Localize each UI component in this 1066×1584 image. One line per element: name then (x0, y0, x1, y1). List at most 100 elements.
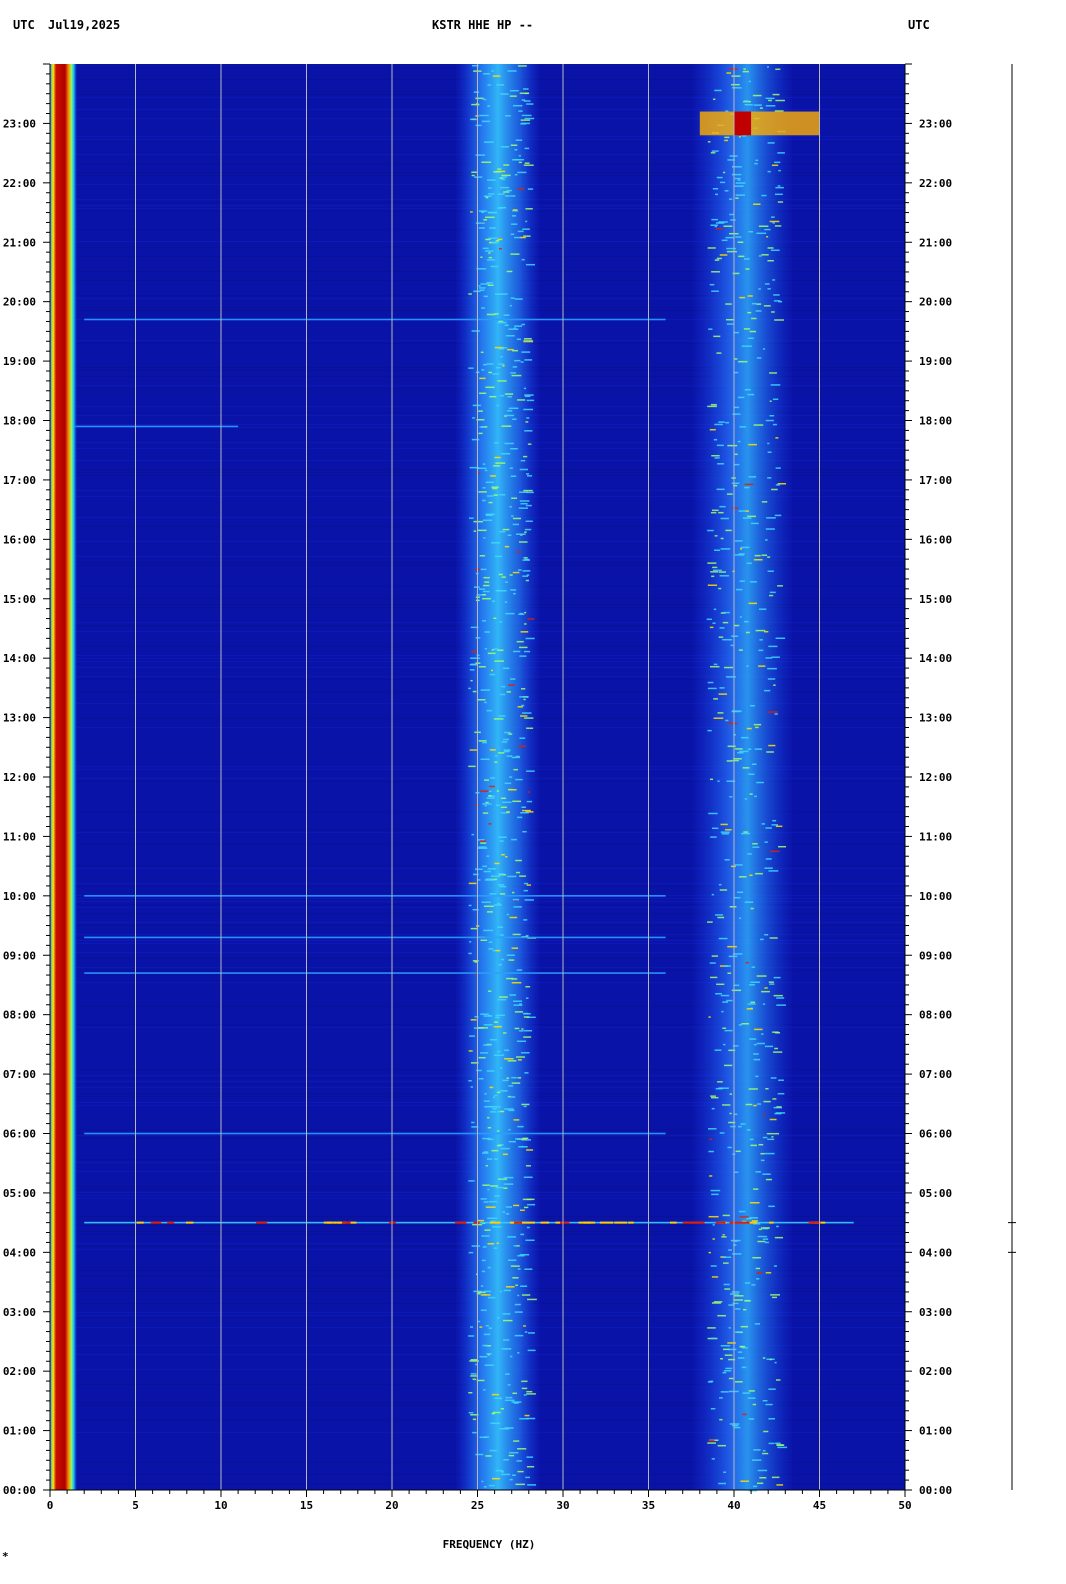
spectral-speckle (756, 975, 767, 977)
spectral-speckle (748, 1088, 758, 1090)
spectral-speckle (708, 328, 713, 330)
broadband-event-hot (326, 1221, 332, 1224)
spectral-speckle (474, 868, 483, 870)
spectral-speckle (471, 1121, 475, 1124)
y-tick-label-left: 02:00 (3, 1365, 36, 1378)
spectral-speckle (773, 684, 776, 686)
spectral-speckle (497, 380, 507, 382)
spectral-speckle (729, 198, 733, 200)
spectral-speckle (468, 952, 472, 955)
spectral-speckle (722, 1348, 730, 1351)
energy-band-25hz (455, 64, 541, 1490)
spectral-speckle (491, 486, 499, 488)
spectral-speckle (752, 1403, 757, 1406)
spectral-speckle (772, 93, 780, 96)
x-tick-label: 5 (132, 1499, 139, 1512)
spectral-speckle (481, 1270, 486, 1273)
spectral-speckle (494, 755, 498, 757)
spectral-speckle (510, 448, 518, 450)
spectral-speckle (511, 223, 518, 225)
spectral-speckle (515, 755, 520, 758)
spectral-speckle (759, 639, 763, 641)
spectral-speckle (483, 195, 492, 198)
spectral-speckle (755, 1075, 759, 1078)
spectral-speckle (499, 247, 502, 250)
y-tick-label-right: 17:00 (919, 474, 952, 487)
y-tick-label-left: 12:00 (3, 771, 36, 784)
spectral-speckle (484, 581, 490, 583)
spectral-speckle (731, 865, 736, 868)
spectral-speckle (773, 294, 780, 296)
spectral-speckle (747, 853, 752, 855)
spectral-speckle (775, 1442, 781, 1444)
spectral-speckle (716, 983, 725, 986)
spectral-speckle (723, 1370, 732, 1372)
spectral-speckle (741, 1366, 747, 1369)
spectral-speckle (716, 176, 723, 179)
spectral-speckle (475, 124, 482, 127)
broadband-event (84, 936, 666, 939)
y-tick-label-left: 11:00 (3, 830, 36, 843)
spectral-speckle (499, 394, 505, 397)
spectral-speckle (717, 1081, 723, 1083)
spectral-speckle (711, 1458, 715, 1460)
spectral-speckle (769, 983, 775, 985)
spectral-speckle (504, 414, 515, 417)
spectral-speckle (526, 473, 530, 475)
spectral-speckle (498, 836, 507, 838)
spectral-speckle (771, 824, 779, 826)
spectral-speckle (496, 1242, 499, 1245)
spectral-speckle (519, 696, 529, 698)
broadband-event-hot (136, 1221, 144, 1224)
spectral-speckle (775, 484, 781, 486)
spectral-speckle (483, 905, 494, 908)
spectral-speckle (507, 875, 517, 878)
spectral-speckle (481, 620, 487, 622)
spectral-speckle (489, 673, 496, 676)
spectral-speckle (752, 843, 758, 845)
spectral-speckle (510, 1265, 520, 1267)
spectral-speckle (517, 1268, 521, 1270)
spectral-speckle (503, 164, 510, 166)
spectral-speckle (521, 1103, 530, 1106)
spectral-speckle (717, 1314, 726, 1317)
spectral-speckle (488, 948, 494, 950)
spectral-speckle (480, 1198, 487, 1200)
spectral-speckle (513, 1000, 523, 1002)
spectral-speckle (516, 1460, 523, 1462)
spectral-speckle (709, 962, 716, 964)
y-tick-label-left: 23:00 (3, 117, 36, 130)
spectral-speckle (525, 579, 529, 582)
spectral-speckle (523, 1325, 526, 1327)
spectral-speckle (511, 215, 517, 217)
spectral-speckle (777, 585, 783, 587)
spectral-speckle (497, 998, 507, 1001)
spectral-speckle (714, 549, 721, 552)
spectral-speckle (743, 100, 749, 102)
spectral-speckle (775, 825, 783, 828)
spectral-speckle (752, 1188, 759, 1190)
spectral-speckle (495, 949, 501, 952)
spectral-speckle (497, 1317, 500, 1319)
broadband-event-hot (583, 1221, 596, 1224)
spectral-speckle (504, 731, 511, 734)
spectral-speckle (478, 666, 486, 668)
spectral-speckle (737, 1125, 742, 1128)
spectral-speckle (472, 1431, 477, 1434)
broadband-event-hot (808, 1221, 821, 1224)
spectral-speckle (520, 502, 528, 505)
spectral-speckle (483, 1389, 486, 1391)
spectral-speckle (741, 135, 747, 137)
broadband-event-hot (473, 1221, 480, 1224)
spectral-speckle (488, 256, 493, 259)
spectral-speckle (771, 1296, 777, 1299)
spectral-speckle (711, 955, 719, 957)
spectral-speckle (526, 1393, 536, 1395)
spectral-speckle (480, 689, 491, 691)
spectral-speckle (525, 220, 528, 223)
spectral-speckle (505, 1213, 510, 1215)
spectral-speckle (762, 1136, 768, 1139)
spectral-speckle (728, 68, 738, 70)
spectral-speckle (497, 1050, 501, 1053)
spectral-speckle (757, 1103, 762, 1105)
